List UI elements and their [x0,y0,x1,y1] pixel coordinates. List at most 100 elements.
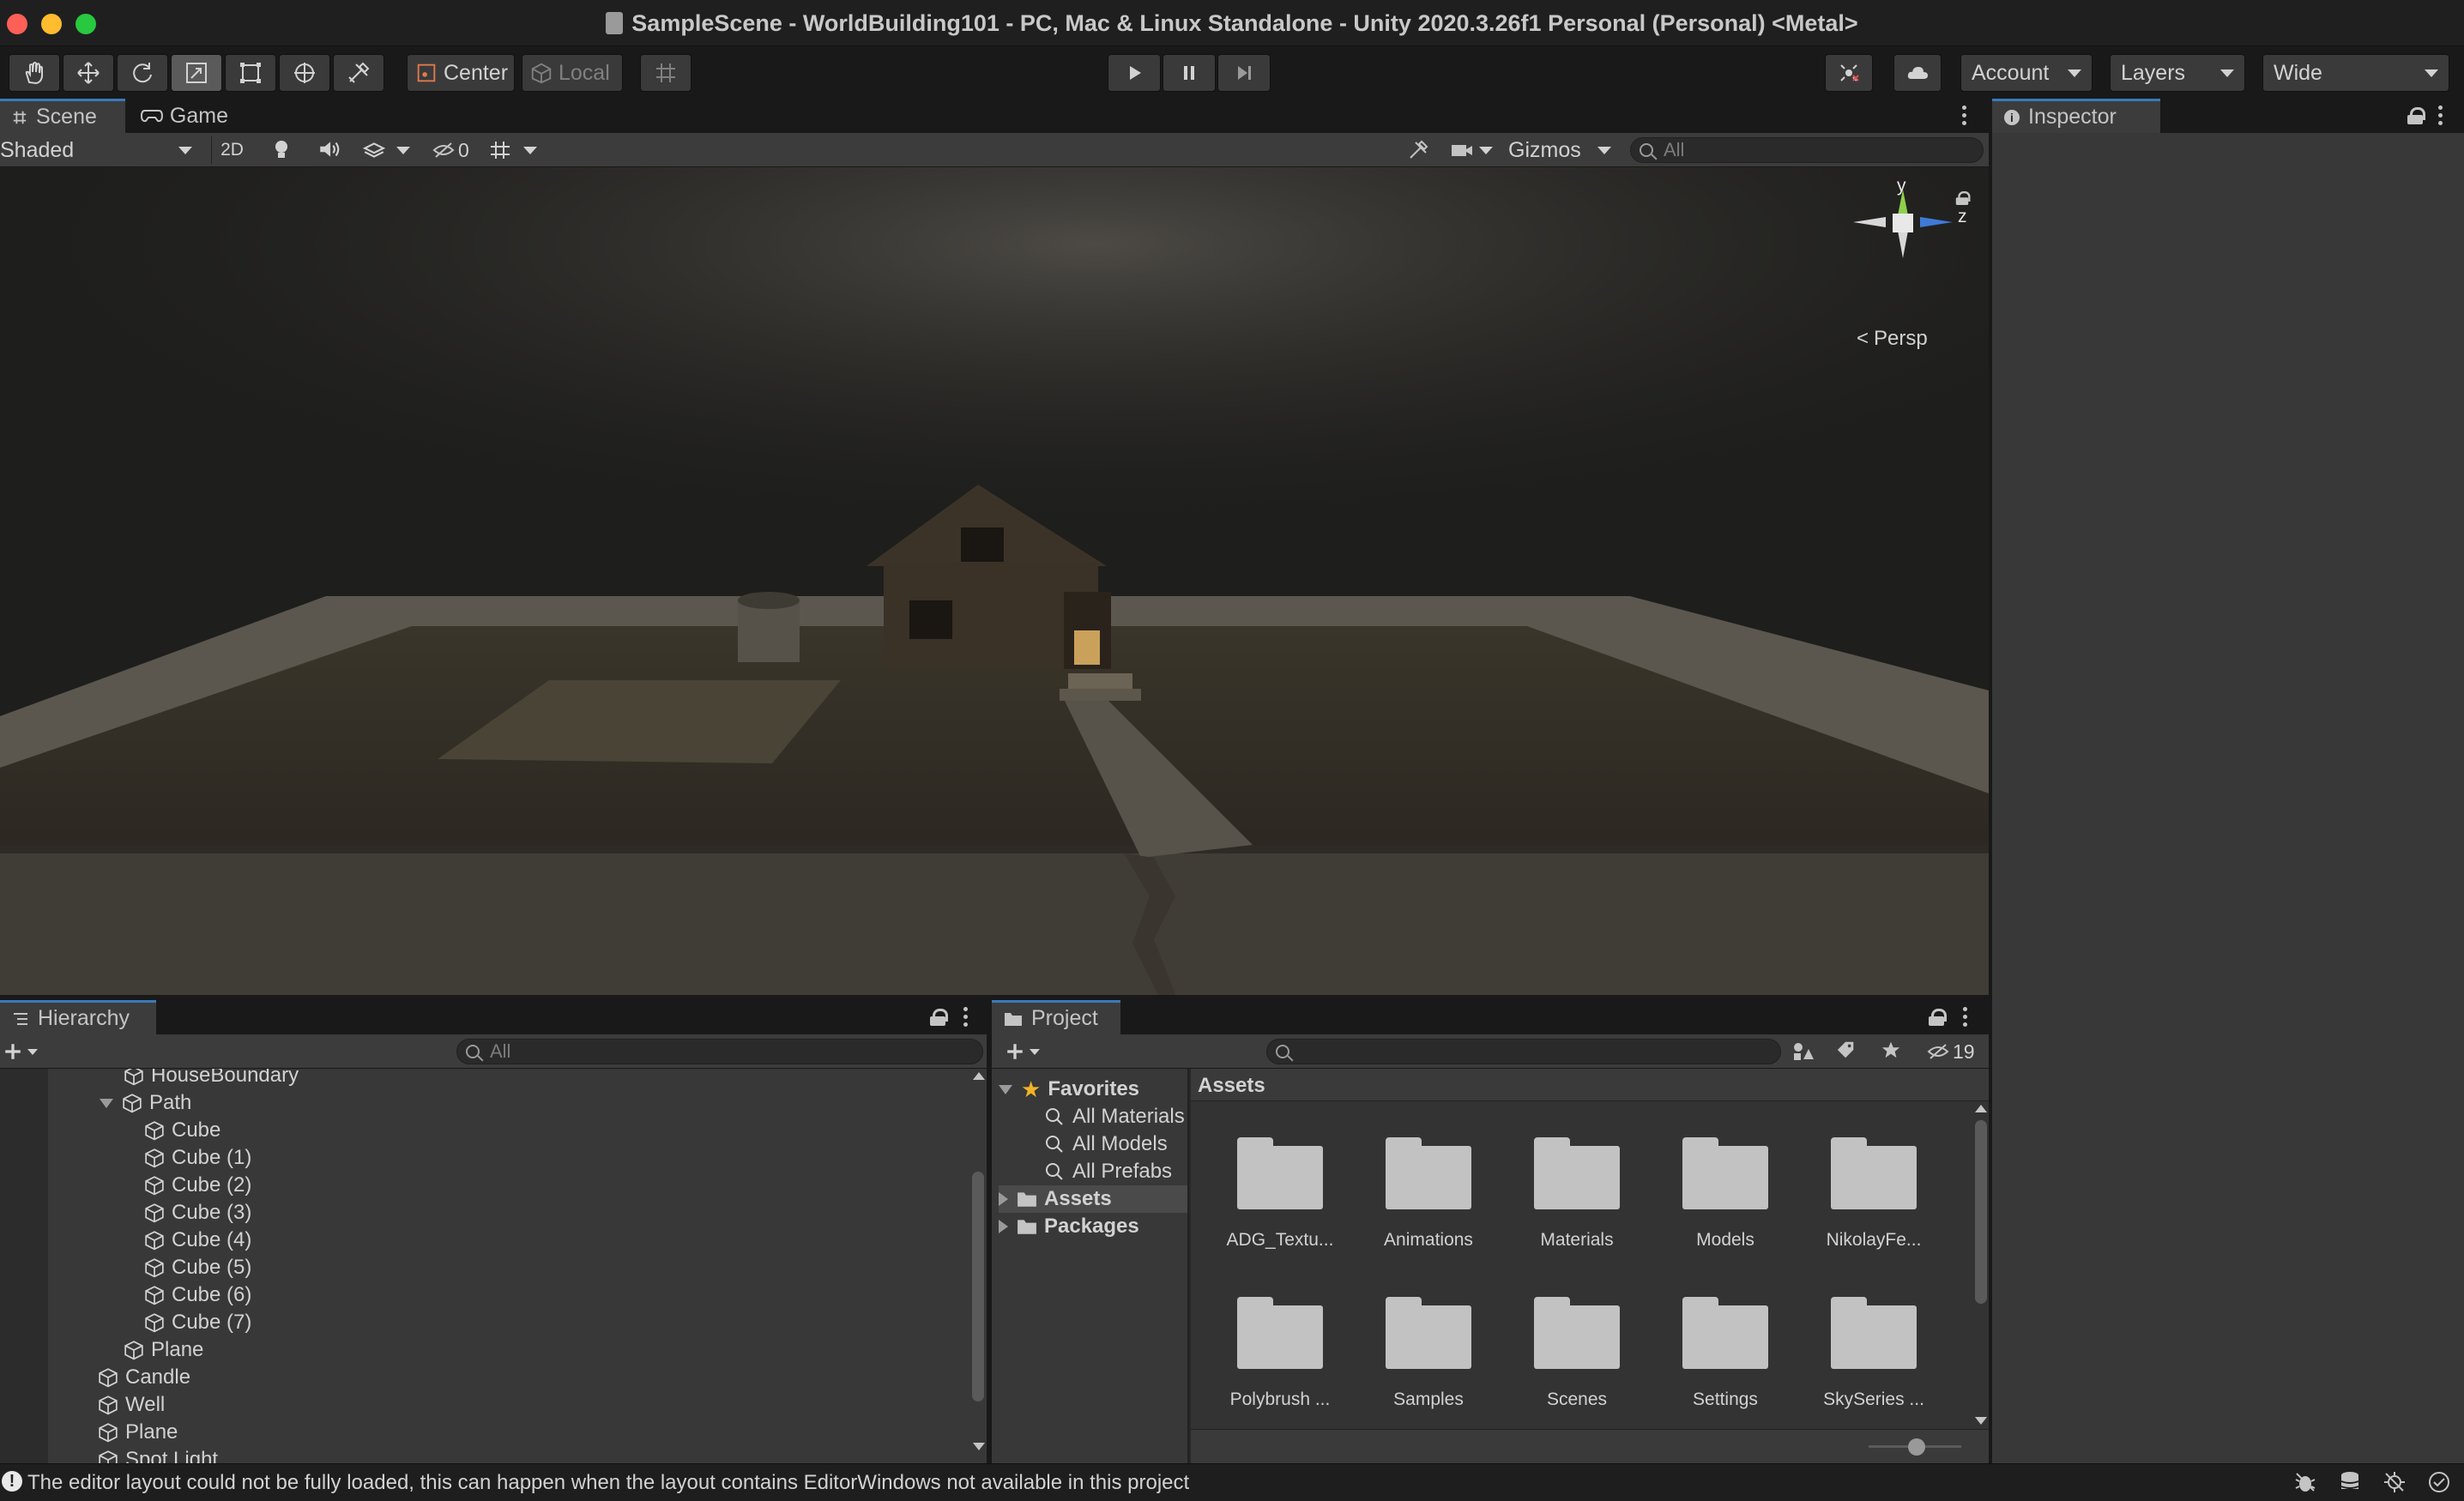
move-tool-button[interactable] [63,54,114,92]
hierarchy-item[interactable]: Plane [124,1336,203,1364]
hierarchy-scrollbar[interactable] [969,1069,987,1463]
hierarchy-item[interactable]: Plane [98,1419,178,1446]
transform-tool-button[interactable] [279,54,330,92]
asset-folder-item[interactable]: NikolayFe... [1805,1124,1942,1269]
custom-tools-button[interactable] [333,54,384,92]
pivot-rotation-toggle[interactable]: Local [522,54,623,92]
2d-mode-toggle[interactable]: 2D [211,136,252,164]
project-menu-icon[interactable] [1963,1007,1968,1030]
breadcrumb-assets[interactable]: Assets [1198,1074,1265,1097]
create-asset-dropdown[interactable] [1006,1038,1052,1065]
cache-server-button[interactable] [2339,1471,2363,1495]
hidden-objects-toggle[interactable]: 0 [432,136,482,164]
favorite-search-item[interactable]: All Materials [1045,1103,1185,1130]
search-by-label-button[interactable] [1836,1040,1870,1064]
project-scrollbar[interactable] [1973,1103,1989,1429]
scroll-up-icon[interactable] [973,1072,985,1080]
shading-mode-dropdown[interactable]: Shaded [0,136,199,164]
grid-dropdown[interactable] [489,138,549,162]
scroll-down-icon[interactable] [973,1443,985,1450]
project-search-input[interactable] [1266,1039,1781,1064]
icon-size-slider-thumb[interactable] [1908,1438,1925,1456]
tab-scene[interactable]: Scene [0,99,125,133]
hidden-packages-toggle[interactable]: 19 [1927,1038,1987,1065]
play-button[interactable] [1108,54,1161,92]
asset-folder-item[interactable]: SkySeries ... [1805,1283,1942,1429]
scene-search-input[interactable]: All [1630,137,1984,163]
asset-folder-item[interactable]: Animations [1360,1124,1497,1269]
hierarchy-menu-icon[interactable] [963,1007,969,1030]
orientation-gizmo[interactable]: y z [1836,176,1973,277]
scene-panel-menu-icon[interactable] [1962,105,1967,129]
gamepad-icon [141,110,163,123]
scroll-up-icon[interactable] [1975,1105,1987,1112]
account-dropdown[interactable]: Account [1960,54,2093,92]
save-search-button[interactable] [1881,1040,1915,1064]
audio-toggle[interactable] [317,138,345,162]
projection-toggle[interactable]: < Persp [1857,327,1928,351]
scene-tools-button[interactable] [1407,138,1433,162]
layout-dropdown[interactable]: Wide [2262,54,2449,92]
project-scroll-thumb[interactable] [1975,1120,1987,1304]
tab-hierarchy[interactable]: Hierarchy [0,1000,156,1034]
asset-folder-item[interactable]: Settings [1657,1283,1794,1429]
auto-generate-lighting-button[interactable] [2383,1471,2407,1495]
hierarchy-item[interactable]: Cube (2) [144,1172,251,1199]
tab-game[interactable]: Game [129,99,240,133]
favorite-search-item[interactable]: All Models [1045,1130,1168,1158]
assets-folder-node[interactable]: Assets [999,1185,1187,1213]
pivot-position-toggle[interactable]: Center [407,54,515,92]
rect-tool-button[interactable] [225,54,276,92]
lock-icon[interactable] [2407,107,2425,124]
pause-button[interactable] [1163,54,1216,92]
asset-folder-item[interactable]: Samples [1360,1283,1497,1429]
hierarchy-item[interactable]: Candle [98,1364,190,1391]
hierarchy-item[interactable]: Cube (6) [144,1281,251,1309]
status-message[interactable]: The editor layout could not be fully loa… [27,1471,1189,1495]
hierarchy-item[interactable]: Cube (1) [144,1144,251,1172]
favorite-search-item[interactable]: All Prefabs [1045,1158,1172,1185]
hierarchy-item[interactable]: Cube (7) [144,1309,251,1336]
hierarchy-item[interactable]: Cube (3) [144,1199,251,1227]
hierarchy-search-input[interactable]: All [456,1039,983,1064]
asset-folder-item[interactable]: ADG_Textu... [1211,1124,1349,1269]
favorites-node[interactable]: ★ Favorites [999,1076,1139,1103]
lock-icon[interactable] [930,1009,948,1026]
scene-viewport[interactable]: y z < Persp [0,167,1989,995]
search-by-type-button[interactable] [1791,1040,1826,1064]
create-object-dropdown[interactable] [3,1038,50,1065]
debug-mode-button[interactable] [2294,1471,2318,1495]
tab-project[interactable]: Project [992,1000,1120,1034]
hierarchy-item[interactable]: Path [100,1089,191,1117]
grid-snapping-button[interactable] [640,54,691,92]
asset-folder-item[interactable]: Models [1657,1124,1794,1269]
rotate-tool-button[interactable] [117,54,168,92]
camera-settings-dropdown[interactable] [1450,138,1501,162]
inspector-menu-icon[interactable] [2438,105,2443,129]
gizmos-dropdown[interactable]: Gizmos [1508,136,1616,164]
hierarchy-item[interactable]: Cube (5) [144,1254,251,1281]
lighting-toggle[interactable] [273,138,299,162]
hierarchy-scroll-thumb[interactable] [972,1172,984,1402]
asset-folder-item[interactable]: Scenes [1508,1283,1646,1429]
packages-folder-node[interactable]: Packages [999,1213,1139,1240]
asset-folder-item[interactable]: Polybrush ... [1211,1283,1349,1429]
hierarchy-item[interactable]: Cube (4) [144,1227,251,1254]
hierarchy-item[interactable]: Spot Light [98,1446,218,1463]
lock-icon[interactable] [1929,1009,1947,1026]
hand-tool-button[interactable] [9,54,60,92]
asset-folder-item[interactable]: Materials [1508,1124,1646,1269]
scroll-down-icon[interactable] [1975,1417,1987,1425]
progress-status-icon[interactable] [2428,1471,2452,1495]
step-button[interactable] [1217,54,1271,92]
scale-tool-button[interactable] [171,54,222,92]
lock-icon[interactable] [1955,191,1971,205]
hierarchy-item[interactable]: Cube [144,1117,220,1144]
layers-dropdown[interactable]: Layers [2110,54,2245,92]
effects-dropdown[interactable] [362,138,415,162]
hierarchy-item[interactable]: HouseBoundary [124,1069,299,1089]
tab-inspector[interactable]: i Inspector [1992,99,2160,133]
collab-button[interactable] [1825,54,1873,92]
hierarchy-item[interactable]: Well [98,1391,165,1419]
cloud-button[interactable] [1893,54,1942,92]
